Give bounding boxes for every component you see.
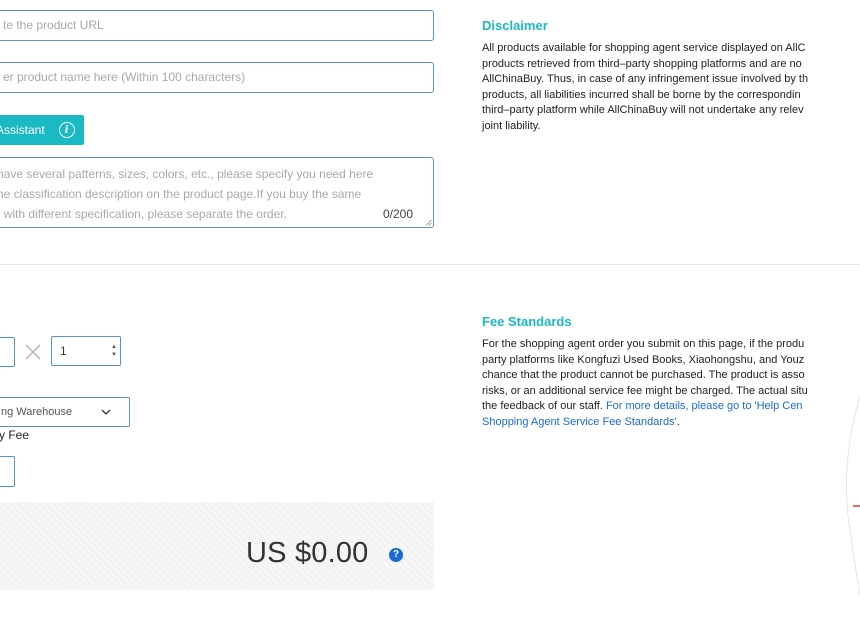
total-amount: US $0.00 bbox=[246, 537, 369, 569]
disclaimer-line: products, all liabilities incurred shall… bbox=[482, 88, 801, 101]
info-icon: i bbox=[58, 122, 75, 138]
fee-line: Shopping Agent Service Fee Standards'. bbox=[482, 415, 808, 431]
disclaimer-line: All products available for shopping agen… bbox=[482, 42, 806, 54]
warehouse-select-value: ng Warehouse bbox=[1, 406, 73, 418]
spec-placeholder-line: he classification description on the pro… bbox=[0, 187, 362, 201]
floating-widget-edge[interactable] bbox=[840, 396, 860, 596]
spec-placeholder-line: t with different specification, please s… bbox=[0, 207, 287, 221]
assistant-button-label: Assistant bbox=[0, 123, 45, 137]
warehouse-select[interactable]: ng Warehouse bbox=[0, 397, 130, 427]
fee-line: the feedback of our staff. For more deta… bbox=[482, 399, 808, 415]
delivery-fee-label: y Fee bbox=[0, 428, 30, 442]
disclaimer-line: third–party platform while AllChinaBuy w… bbox=[482, 104, 804, 116]
quantity-value: 1 bbox=[60, 344, 67, 358]
quantity-spinner[interactable]: ▲ ▼ bbox=[110, 343, 118, 359]
product-url-input[interactable]: te the product URL bbox=[0, 10, 434, 41]
quantity-stepper[interactable]: 1 ▲ ▼ bbox=[51, 336, 121, 366]
fee-line: chance that the product cannot be purcha… bbox=[482, 369, 805, 381]
disclaimer-text: All products available for shopping agen… bbox=[482, 41, 808, 134]
character-counter: 0/200 bbox=[382, 207, 413, 221]
fee-line-end: . bbox=[676, 415, 680, 428]
increment-icon[interactable]: ▲ bbox=[110, 343, 118, 351]
chevron-down-icon bbox=[101, 409, 111, 415]
spec-placeholder-line: have several patterns, sizes, colors, et… bbox=[0, 167, 374, 181]
disclaimer-line: AllChinaBuy. Thus, in case of any infrin… bbox=[482, 73, 809, 85]
fee-standards-title: Fee Standards bbox=[482, 314, 572, 329]
resize-handle-icon[interactable] bbox=[425, 219, 432, 226]
section-divider bbox=[0, 264, 860, 265]
price-input[interactable] bbox=[0, 337, 15, 367]
help-icon[interactable]: ? bbox=[389, 548, 403, 562]
total-panel bbox=[0, 502, 434, 590]
fee-standards-text: For the shopping agent order you submit … bbox=[482, 337, 808, 430]
fee-standards-link[interactable]: Shopping Agent Service Fee Standards' bbox=[482, 416, 677, 428]
fee-line: For the shopping agent order you submit … bbox=[482, 338, 805, 350]
disclaimer-line: products retrieved from third–party shop… bbox=[482, 57, 802, 70]
specification-textarea[interactable]: have several patterns, sizes, colors, et… bbox=[0, 157, 434, 228]
product-name-input[interactable]: er product name here (Within 100 charact… bbox=[0, 62, 434, 93]
help-center-link[interactable]: For more details, please go to 'Help Cen bbox=[606, 400, 803, 412]
disclaimer-title: Disclaimer bbox=[482, 18, 548, 33]
fee-line: risks, or an additional service fee migh… bbox=[482, 384, 808, 397]
fee-line: party platforms like Kongfuzi Used Books… bbox=[482, 353, 805, 366]
disclaimer-line: joint liability. bbox=[482, 119, 541, 132]
multiply-icon bbox=[25, 344, 41, 360]
assistant-button[interactable]: Assistant i bbox=[0, 115, 84, 145]
decrement-icon[interactable]: ▼ bbox=[110, 351, 118, 359]
fee-line-text: the feedback of our staff. bbox=[482, 400, 606, 412]
delivery-fee-input[interactable] bbox=[0, 456, 15, 487]
